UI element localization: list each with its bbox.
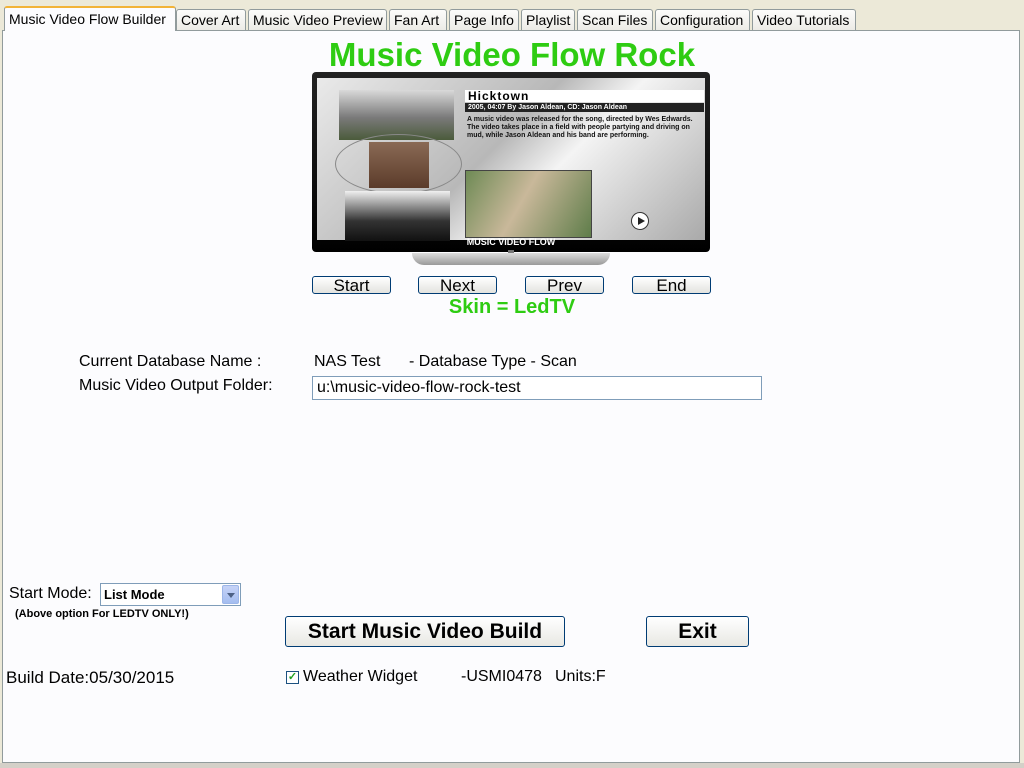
- window-bottom-edge: [0, 763, 1024, 768]
- weather-location-code: -USMI0478: [461, 668, 542, 685]
- preview-photo-bottom: [345, 191, 450, 241]
- weather-units: Units:F: [555, 668, 606, 685]
- end-button[interactable]: End: [632, 276, 711, 295]
- build-date: Build Date:05/30/2015: [6, 668, 175, 687]
- preview-album-cover: [369, 142, 429, 188]
- tv-frame: Hicktown 2005, 04:07 By Jason Aldean, CD…: [312, 72, 710, 252]
- tv-screen: Hicktown 2005, 04:07 By Jason Aldean, CD…: [317, 78, 705, 241]
- tab-music-video-flow-builder[interactable]: Music Video Flow Builder: [4, 6, 176, 31]
- preview-song-title: Hicktown: [465, 90, 704, 102]
- start-mode-label: Start Mode:: [9, 585, 92, 602]
- checkmark-icon: ✓: [287, 671, 298, 683]
- page-title: Music Video Flow Rock: [328, 36, 696, 73]
- tab-music-video-preview[interactable]: Music Video Preview: [248, 9, 387, 30]
- next-button[interactable]: Next: [418, 276, 497, 295]
- weather-widget-checkbox[interactable]: ✓: [286, 671, 299, 684]
- play-icon: [631, 212, 649, 230]
- preview-photo-top: [339, 90, 454, 140]
- preview-song-subtitle: 2005, 04:07 By Jason Aldean, CD: Jason A…: [465, 103, 704, 112]
- skin-preview: Hicktown 2005, 04:07 By Jason Aldean, CD…: [312, 72, 710, 270]
- chevron-down-icon[interactable]: [222, 585, 239, 604]
- tab-playlist[interactable]: Playlist: [521, 9, 575, 30]
- database-type-text: - Database Type - Scan: [409, 353, 577, 370]
- tab-fan-art[interactable]: Fan Art: [389, 9, 447, 30]
- prev-button[interactable]: Prev: [525, 276, 604, 295]
- start-mode-note: (Above option For LEDTV ONLY!): [15, 608, 189, 620]
- preview-song-description: A music video was released for the song,…: [467, 116, 693, 139]
- start-mode-select[interactable]: List Mode: [100, 583, 241, 606]
- skin-label: Skin = LedTV: [448, 296, 576, 318]
- tab-cover-art[interactable]: Cover Art: [176, 9, 246, 30]
- tab-page-info[interactable]: Page Info: [449, 9, 519, 30]
- tab-bar: Music Video Flow Builder Cover Art Music…: [2, 6, 1022, 31]
- database-name-label: Current Database Name :: [79, 353, 262, 370]
- tv-brand-label: MUSIC VIDEO FLOW: [466, 237, 556, 247]
- tab-video-tutorials[interactable]: Video Tutorials: [752, 9, 856, 30]
- start-build-button[interactable]: Start Music Video Build: [285, 616, 565, 647]
- preview-artist-photo: [465, 170, 592, 238]
- exit-button[interactable]: Exit: [646, 616, 749, 647]
- tab-configuration[interactable]: Configuration: [655, 9, 750, 30]
- tab-scan-files[interactable]: Scan Files: [577, 9, 653, 30]
- database-name-value: NAS Test: [314, 353, 381, 370]
- start-button[interactable]: Start: [312, 276, 391, 295]
- weather-widget-label: Weather Widget: [303, 668, 418, 685]
- output-folder-label: Music Video Output Folder:: [79, 377, 273, 394]
- output-folder-input[interactable]: [312, 376, 762, 400]
- start-mode-value: List Mode: [104, 587, 165, 602]
- tv-stand: [412, 253, 610, 265]
